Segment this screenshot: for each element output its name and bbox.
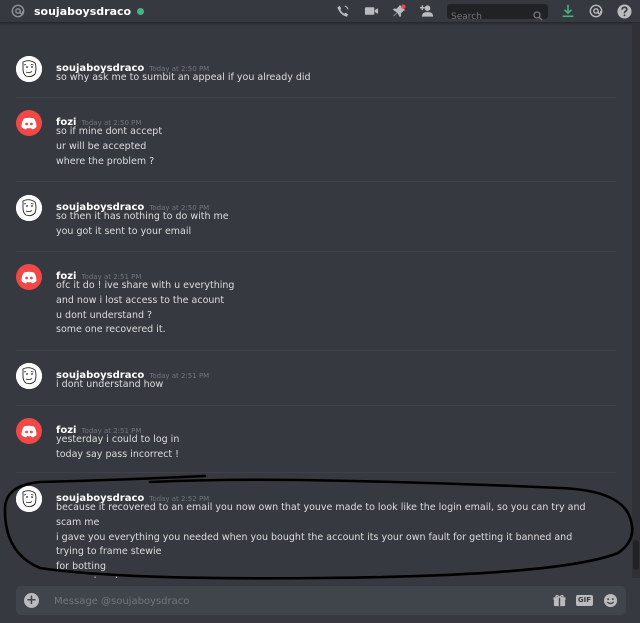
message-line: you got it sent to your email — [56, 225, 192, 237]
message-line: ur will be accepted — [56, 140, 147, 152]
scrollbar-thumb[interactable] — [633, 540, 639, 570]
user-avatar[interactable] — [16, 264, 42, 290]
channel-name: soujaboysdraco — [34, 4, 132, 18]
message-line: u dont understand ? — [56, 309, 153, 321]
message-composer: + GIF — [16, 586, 626, 615]
message-list[interactable]: soujaboysdraco Today at 2:50 PM so why ask… — [0, 23, 632, 578]
user-avatar[interactable] — [16, 110, 42, 136]
message-line: some one recovered it. — [56, 324, 166, 336]
composer-actions: GIF — [543, 592, 618, 609]
user-avatar[interactable] — [16, 486, 42, 512]
header-toolbar — [323, 0, 632, 24]
video-icon[interactable] — [363, 3, 379, 19]
message-content: i dont understand how — [56, 378, 601, 393]
message-content: yesterday i could to log in today say pas… — [56, 433, 601, 463]
message-line: for botting — [56, 561, 107, 573]
user-avatar[interactable] — [16, 418, 42, 444]
message-line: today say pass incorrect ! — [56, 448, 179, 460]
channel-header: soujaboysdraco — [0, 0, 640, 24]
message-scrollbar[interactable] — [632, 23, 640, 578]
search-input[interactable] — [447, 9, 529, 24]
add-friend-icon[interactable] — [419, 3, 435, 19]
user-avatar[interactable] — [16, 56, 42, 82]
message-line: and now i lost access to the acount — [56, 294, 225, 306]
message-line: ofc it do ! ive share with u everything — [56, 280, 235, 291]
message-line: yesterday i could to log in — [56, 434, 180, 445]
message-group-divider — [16, 251, 616, 252]
pin-icon[interactable] — [391, 3, 407, 19]
message-content: so why ask me to sumbit an appeal if you… — [56, 71, 601, 86]
message-group-divider — [16, 350, 616, 351]
message-line: i gave you everything you needed when yo… — [56, 531, 573, 558]
gif-icon[interactable]: GIF — [575, 595, 593, 606]
user-avatar[interactable] — [16, 195, 42, 221]
call-icon[interactable] — [335, 3, 351, 19]
message-line: i dont understand how — [56, 379, 164, 390]
online-status-dot — [137, 7, 145, 15]
gif-label: GIF — [575, 595, 593, 606]
add-attachment-icon[interactable]: + — [24, 593, 39, 608]
message-line: where the problem ? — [56, 155, 155, 167]
message-content: because it recovered to an email you now… — [56, 501, 601, 578]
message-line: so if mine dont accept — [56, 126, 163, 137]
message-line: youve already proved your a liar — [56, 575, 601, 578]
message-content: so then it has nothing to do with me you … — [56, 210, 601, 240]
message-input[interactable] — [52, 592, 516, 611]
message-group-divider — [16, 472, 616, 473]
message-group-divider — [16, 405, 616, 406]
message-line: so then it has nothing to do with me — [56, 211, 229, 222]
gift-icon[interactable] — [553, 594, 566, 607]
search-box[interactable] — [447, 3, 548, 24]
user-avatar[interactable] — [16, 363, 42, 389]
help-icon[interactable] — [616, 3, 632, 19]
clipped-previous-message — [56, 23, 59, 31]
at-icon — [10, 3, 26, 19]
message-group-divider — [16, 181, 616, 182]
message-content: so if mine dont accept ur will be accepte… — [56, 125, 601, 169]
emoji-icon[interactable] — [603, 593, 618, 608]
download-icon[interactable] — [560, 3, 576, 19]
message-content: ofc it do ! ive share with u everything a… — [56, 279, 601, 338]
mention-icon[interactable] — [588, 3, 604, 19]
message-line: so why ask me to sumbit an appeal if you… — [56, 72, 311, 83]
message-group-divider — [16, 97, 616, 98]
message-line: because it recovered to an email you now… — [56, 502, 586, 528]
search-icon — [533, 6, 543, 25]
